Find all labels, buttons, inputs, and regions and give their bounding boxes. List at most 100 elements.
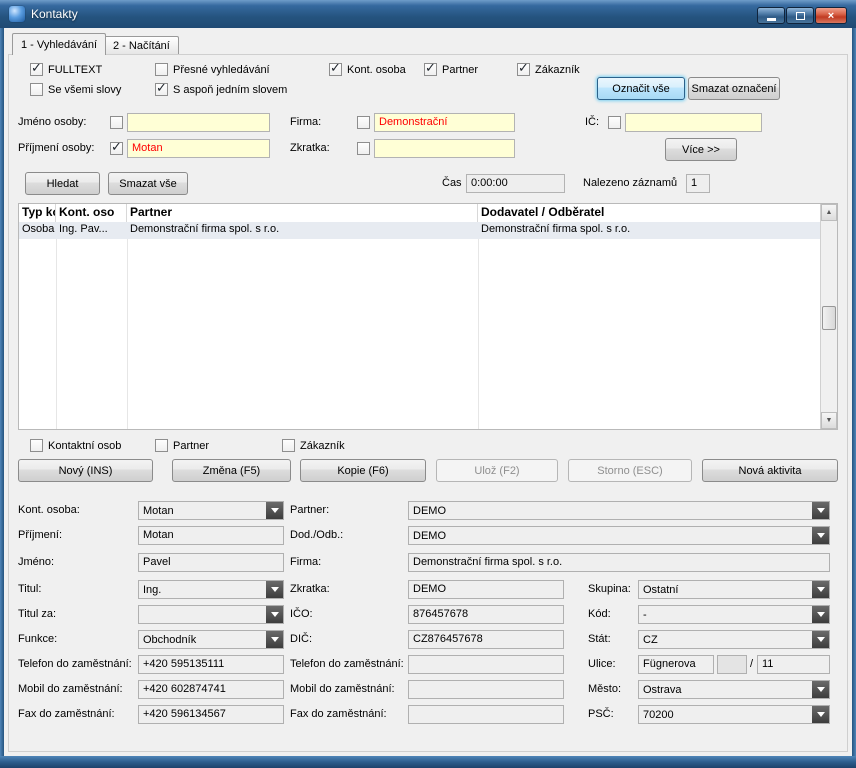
dod-odb-combo[interactable]: DEMO <box>408 526 830 545</box>
checkbox-zakaznik[interactable]: Zákazník <box>517 60 580 76</box>
minimize-button[interactable] <box>757 7 785 24</box>
title-bar[interactable]: Kontakty × <box>0 0 856 28</box>
partner-value: DEMO <box>413 505 446 517</box>
checkbox-presne-vyhledavani-box[interactable] <box>155 63 168 76</box>
checkbox-kont-osoba[interactable]: Kont. osoba <box>329 60 406 76</box>
select-all-button[interactable]: Označit vše <box>597 77 685 100</box>
chevron-down-icon[interactable] <box>812 631 829 648</box>
prijmeni-input[interactable]: Motan <box>138 526 284 545</box>
scrollbar-thumb[interactable] <box>822 306 836 330</box>
checkbox-record-partner-box[interactable] <box>155 439 168 452</box>
prijmeni-osoby-checkbox[interactable] <box>110 139 128 155</box>
firma-search-checkbox[interactable] <box>357 116 375 129</box>
checkbox-presne-vyhledavani[interactable]: Přesné vyhledávání <box>155 63 270 76</box>
col-header-kont-osoba[interactable]: Kont. oso <box>56 204 127 222</box>
ic-search-checkbox-box[interactable] <box>608 116 621 129</box>
ico-input[interactable]: 876457678 <box>408 605 564 624</box>
chevron-down-icon[interactable] <box>812 581 829 598</box>
prijmeni-osoby-input[interactable]: Motan <box>127 139 270 158</box>
partner-combo[interactable]: DEMO <box>408 501 830 520</box>
cislo-orientacni-input[interactable]: 11 <box>757 655 830 674</box>
jmeno-input[interactable]: Pavel <box>138 553 284 572</box>
table-row[interactable]: Osoba Ing. Pav... Demonstrační firma spo… <box>19 222 820 239</box>
chevron-down-icon[interactable] <box>812 681 829 698</box>
kont-osoba-combo[interactable]: Motan <box>138 501 284 520</box>
checkbox-s-aspon-jednim-slovem-box[interactable] <box>155 80 168 96</box>
chevron-down-icon[interactable] <box>266 502 283 519</box>
checkbox-kontaktni-osob-box[interactable] <box>30 439 43 452</box>
copy-button[interactable]: Kopie (F6) <box>300 459 426 482</box>
edit-button[interactable]: Změna (F5) <box>172 459 291 482</box>
checkbox-kontaktni-osob[interactable]: Kontaktní osob <box>30 439 121 452</box>
scroll-up-icon[interactable]: ▲ <box>821 204 837 221</box>
zkratka-search-checkbox[interactable] <box>357 142 375 155</box>
checkbox-kont-osoba-box[interactable] <box>329 60 342 76</box>
chevron-down-icon[interactable] <box>266 606 283 623</box>
checkbox-zakaznik-box[interactable] <box>517 60 530 76</box>
col-header-dodavatel[interactable]: Dodavatel / Odběratel <box>478 204 820 222</box>
zkratka-input[interactable]: DEMO <box>408 580 564 599</box>
titul-combo[interactable]: Ing. <box>138 580 284 599</box>
chevron-down-icon[interactable] <box>266 631 283 648</box>
checkbox-record-zakaznik[interactable]: Zákazník <box>282 439 345 452</box>
jmeno-osoby-checkbox-box[interactable] <box>110 116 123 129</box>
tab-nacitani[interactable]: 2 - Načítání <box>104 36 179 55</box>
col-header-partner[interactable]: Partner <box>127 204 478 222</box>
telefon-zam2-input[interactable] <box>408 655 564 674</box>
clear-selection-button[interactable]: Smazat označení <box>688 77 780 100</box>
ic-search-input[interactable] <box>625 113 762 132</box>
psc-combo[interactable]: 70200 <box>638 705 830 724</box>
close-button[interactable]: × <box>815 7 847 24</box>
titul-za-combo[interactable] <box>138 605 284 624</box>
firma-input[interactable]: Demonstrační firma spol. s r.o. <box>408 553 830 572</box>
dic-input[interactable]: CZ876457678 <box>408 630 564 649</box>
new-button[interactable]: Nový (INS) <box>18 459 153 482</box>
jmeno-osoby-checkbox[interactable] <box>110 116 128 129</box>
stat-combo[interactable]: CZ <box>638 630 830 649</box>
cell-typ: Osoba <box>22 223 55 235</box>
fax-zam-input[interactable]: +420 596134567 <box>138 705 284 724</box>
maximize-button[interactable] <box>786 7 814 24</box>
new-activity-button[interactable]: Nová aktivita <box>702 459 838 482</box>
vertical-scrollbar[interactable]: ▲ ▼ <box>820 204 837 429</box>
skupina-combo[interactable]: Ostatní <box>638 580 830 599</box>
chevron-down-icon[interactable] <box>812 527 829 544</box>
kod-combo[interactable]: - <box>638 605 830 624</box>
checkbox-partner-box[interactable] <box>424 60 437 76</box>
checkbox-se-vsemi-slovy-box[interactable] <box>30 83 43 96</box>
jmeno-osoby-input[interactable] <box>127 113 270 132</box>
checkbox-se-vsemi-slovy[interactable]: Se všemi slovy <box>30 83 121 96</box>
checkbox-fulltext[interactable]: FULLTEXT <box>30 60 102 76</box>
tab-vyhledavani[interactable]: 1 - Vyhledávání <box>12 33 107 55</box>
results-grid-header: Typ kon Kont. oso Partner Dodavatel / Od… <box>19 204 820 223</box>
checkbox-partner[interactable]: Partner <box>424 60 478 76</box>
checkbox-record-zakaznik-box[interactable] <box>282 439 295 452</box>
chevron-down-icon[interactable] <box>266 581 283 598</box>
mobil-zam-input[interactable]: +420 602874741 <box>138 680 284 699</box>
search-button[interactable]: Hledat <box>25 172 100 195</box>
chevron-down-icon[interactable] <box>812 606 829 623</box>
scroll-down-icon[interactable]: ▼ <box>821 412 837 429</box>
cislo-popisne-input[interactable] <box>717 655 747 674</box>
checkbox-fulltext-box[interactable] <box>30 60 43 76</box>
funkce-combo[interactable]: Obchodník <box>138 630 284 649</box>
more-button[interactable]: Více >> <box>665 138 737 161</box>
zkratka-search-input[interactable] <box>374 139 515 158</box>
zkratka-search-checkbox-box[interactable] <box>357 142 370 155</box>
checkbox-s-aspon-jednim-slovem[interactable]: S aspoň jedním slovem <box>155 80 287 96</box>
ic-search-checkbox[interactable] <box>608 116 626 129</box>
ulice-input[interactable]: Fügnerova <box>638 655 714 674</box>
mobil-zam2-input[interactable] <box>408 680 564 699</box>
mesto-combo[interactable]: Ostrava <box>638 680 830 699</box>
fax-zam2-input[interactable] <box>408 705 564 724</box>
chevron-down-icon[interactable] <box>812 502 829 519</box>
stat-label: Stát: <box>588 633 611 645</box>
chevron-down-icon[interactable] <box>812 706 829 723</box>
prijmeni-osoby-checkbox-box[interactable] <box>110 139 123 155</box>
firma-search-input[interactable]: Demonstrační <box>374 113 515 132</box>
checkbox-record-partner[interactable]: Partner <box>155 439 209 452</box>
col-header-typ[interactable]: Typ kon <box>19 204 56 222</box>
telefon-zam-input[interactable]: +420 595135111 <box>138 655 284 674</box>
clear-all-button[interactable]: Smazat vše <box>108 172 188 195</box>
firma-search-checkbox-box[interactable] <box>357 116 370 129</box>
